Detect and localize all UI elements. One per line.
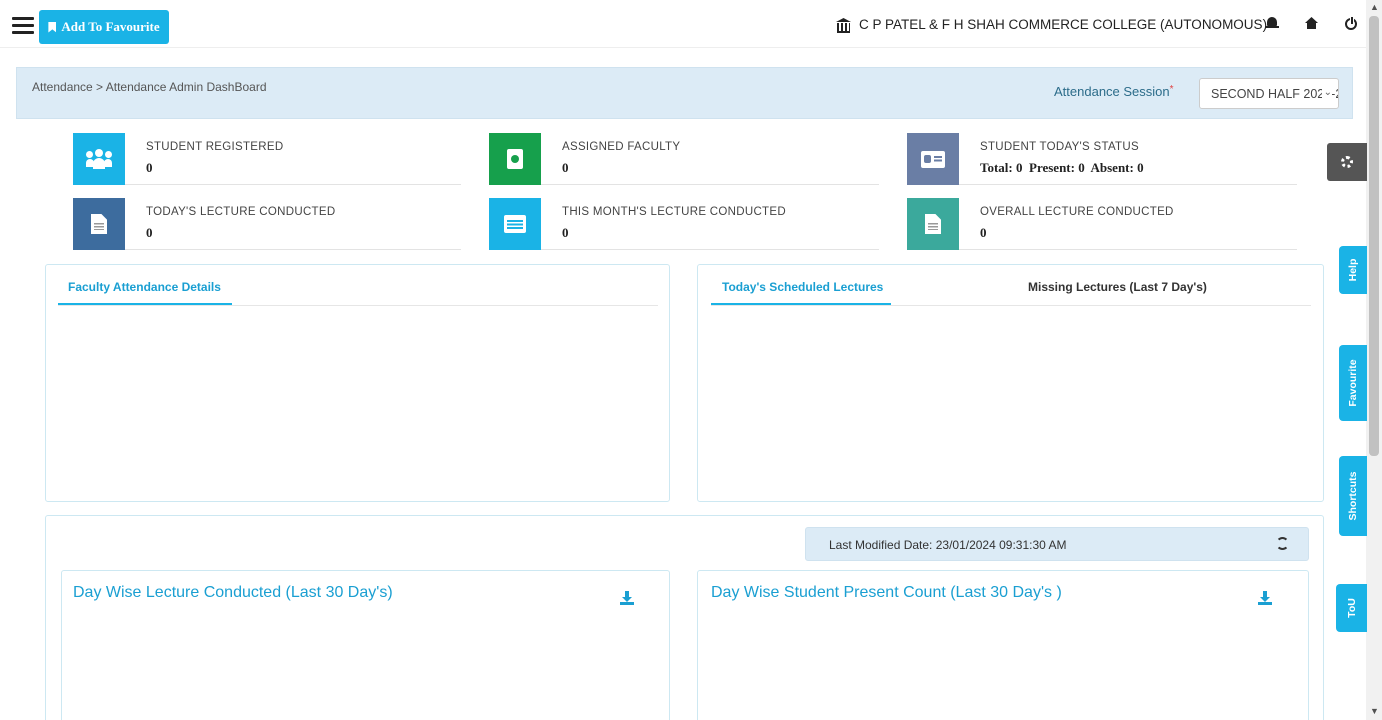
lectures-panel: Today's Scheduled Lectures Missing Lectu… <box>697 264 1324 502</box>
chart-day-wise-student-present: Day Wise Student Present Count (Last 30 … <box>697 570 1309 720</box>
side-tab-shortcuts[interactable]: Shortcuts <box>1339 456 1367 536</box>
scroll-up-icon[interactable]: ▲ <box>1370 2 1379 12</box>
stat-label: STUDENT REGISTERED <box>146 141 284 153</box>
id-card-icon <box>907 133 959 185</box>
chart-day-wise-lecture: Day Wise Lecture Conducted (Last 30 Day'… <box>61 570 670 720</box>
refresh-icon[interactable] <box>1276 537 1289 550</box>
download-icon[interactable] <box>620 591 634 606</box>
side-tab-favourite[interactable]: Favourite <box>1339 345 1367 421</box>
session-select[interactable]: SECOND HALF 2023-24 ⌄ <box>1199 78 1339 109</box>
stat-label: THIS MONTH'S LECTURE CONDUCTED <box>562 206 786 218</box>
settings-tab[interactable] <box>1327 143 1367 181</box>
add-to-favourite-label: Add To Favourite <box>61 19 160 34</box>
scroll-down-icon[interactable]: ▼ <box>1370 706 1379 716</box>
session-selected-value: SECOND HALF 2023-24 <box>1211 87 1339 101</box>
faculty-attendance-panel: Faculty Attendance Details <box>45 264 670 502</box>
breadcrumb-bar: Attendance > Attendance Admin DashBoard … <box>16 67 1353 119</box>
last-modified-bar: Last Modified Date: 23/01/2024 09:31:30 … <box>805 527 1309 561</box>
side-tab-tou[interactable]: ToU <box>1336 584 1367 632</box>
stat-value: 0 <box>980 225 987 240</box>
users-icon <box>73 133 125 185</box>
tab-missing-lectures[interactable]: Missing Lectures (Last 7 Day's) <box>1028 280 1207 294</box>
calendar-list-icon <box>489 198 541 250</box>
gear-icon <box>1341 156 1353 168</box>
chart-title: Day Wise Lecture Conducted (Last 30 Day'… <box>73 584 393 601</box>
tab-todays-scheduled-lectures[interactable]: Today's Scheduled Lectures <box>722 280 883 294</box>
last-modified-text: Last Modified Date: 23/01/2024 09:31:30 … <box>829 538 1067 552</box>
document-icon <box>73 198 125 250</box>
stat-student-today-status: STUDENT TODAY'S STATUS Total: 0 Present:… <box>907 133 1297 185</box>
stat-month-lecture-conducted: THIS MONTH'S LECTURE CONDUCTED 0 <box>489 198 879 250</box>
stat-label: STUDENT TODAY'S STATUS <box>980 141 1139 153</box>
power-icon[interactable] <box>1345 16 1357 30</box>
stat-label: ASSIGNED FACULTY <box>562 141 681 153</box>
chart-title: Day Wise Student Present Count (Last 30 … <box>711 584 1062 601</box>
menu-icon[interactable] <box>12 17 34 34</box>
stat-student-registered: STUDENT REGISTERED 0 <box>73 133 461 185</box>
stat-value: 0 <box>562 225 569 240</box>
download-icon[interactable] <box>1258 591 1272 606</box>
stat-label: TODAY'S LECTURE CONDUCTED <box>146 206 336 218</box>
stat-label: OVERALL LECTURE CONDUCTED <box>980 206 1174 218</box>
stat-overall-lecture-conducted: OVERALL LECTURE CONDUCTED 0 <box>907 198 1297 250</box>
add-to-favourite-button[interactable]: Add To Favourite <box>39 10 169 44</box>
tab-faculty-attendance-details[interactable]: Faculty Attendance Details <box>68 280 221 294</box>
bell-icon[interactable] <box>1265 16 1279 30</box>
stat-value: 0 <box>146 225 153 240</box>
page-scrollbar[interactable]: ▲ ▼ <box>1366 0 1382 720</box>
scrollbar-thumb[interactable] <box>1369 16 1379 456</box>
college-title: C P PATEL & F H SHAH COMMERCE COLLEGE (A… <box>836 17 1268 33</box>
badge-icon <box>489 133 541 185</box>
top-navbar: Add To Favourite C P PATEL & F H SHAH CO… <box>0 0 1366 48</box>
stat-value: Total: 0 Present: 0 Absent: 0 <box>980 160 1144 175</box>
home-icon[interactable] <box>1305 16 1319 30</box>
document-icon <box>907 198 959 250</box>
stat-today-lecture-conducted: TODAY'S LECTURE CONDUCTED 0 <box>73 198 461 250</box>
stat-value: 0 <box>146 160 153 175</box>
institution-icon <box>836 18 851 33</box>
breadcrumb[interactable]: Attendance > Attendance Admin DashBoard <box>32 80 267 94</box>
session-label: Attendance Session* <box>1054 84 1174 99</box>
side-tab-help[interactable]: Help <box>1339 246 1367 294</box>
stat-value: 0 <box>562 160 569 175</box>
college-name: C P PATEL & F H SHAH COMMERCE COLLEGE (A… <box>859 17 1268 32</box>
stat-assigned-faculty: ASSIGNED FACULTY 0 <box>489 133 879 185</box>
bookmark-icon <box>48 21 57 33</box>
chevron-down-icon: ⌄ <box>1321 87 1332 98</box>
